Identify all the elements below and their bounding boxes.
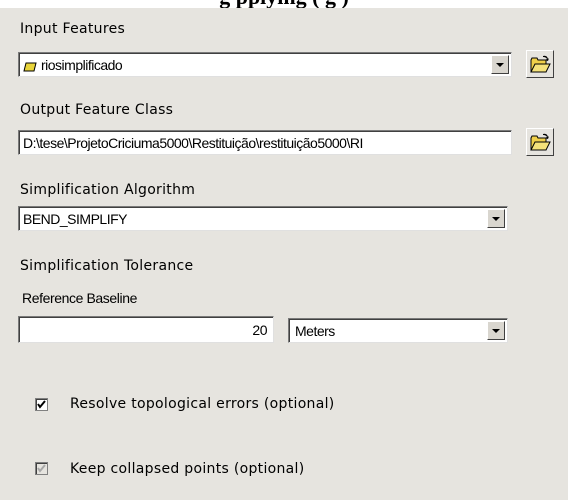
tolerance-label: Simplification Tolerance — [20, 258, 194, 274]
input-features-label: Input Features — [20, 21, 126, 37]
keep-collapsed-checkbox — [35, 462, 48, 475]
input-features-dropdown[interactable]: riosimplificado — [18, 52, 512, 77]
open-folder-icon — [530, 133, 551, 151]
output-feature-class-label: Output Feature Class — [20, 102, 174, 118]
browse-output-button[interactable] — [526, 128, 554, 156]
output-feature-class-value: D:\tese\ProjetoCriciuma5000\Restituição\… — [23, 134, 363, 151]
tolerance-unit-value: Meters — [295, 322, 335, 339]
output-feature-class-input[interactable]: D:\tese\ProjetoCriciuma5000\Restituição\… — [18, 130, 512, 155]
keep-collapsed-label: Keep collapsed points (optional) — [70, 461, 305, 477]
checkmark-icon — [37, 400, 46, 409]
reference-baseline-label: Reference Baseline — [22, 290, 137, 306]
open-folder-icon — [530, 55, 551, 73]
chevron-down-icon — [492, 328, 500, 333]
dialog-heading-text: g pplying ( g ) — [219, 0, 349, 8]
dialog-heading-cutoff: g pplying ( g ) — [0, 0, 568, 8]
tolerance-value-input[interactable]: 20 — [18, 316, 274, 343]
tolerance-unit-dropdown[interactable]: Meters — [288, 318, 508, 343]
chevron-down-icon — [496, 62, 504, 67]
input-features-value: riosimplificado — [41, 56, 123, 73]
polyline-layer-icon — [23, 59, 37, 75]
algorithm-dropdown-button[interactable] — [487, 209, 505, 228]
resolve-errors-label: Resolve topological errors (optional) — [70, 396, 335, 412]
browse-input-button[interactable] — [526, 50, 554, 78]
checkmark-icon — [37, 464, 46, 473]
chevron-down-icon — [492, 216, 500, 221]
algorithm-dropdown[interactable]: BEND_SIMPLIFY — [18, 206, 508, 231]
tolerance-value: 20 — [252, 321, 267, 338]
input-features-dropdown-button[interactable] — [491, 55, 509, 74]
tolerance-unit-dropdown-button[interactable] — [487, 321, 505, 340]
algorithm-label: Simplification Algorithm — [20, 182, 196, 198]
algorithm-value: BEND_SIMPLIFY — [23, 210, 127, 227]
resolve-errors-checkbox[interactable] — [35, 398, 48, 411]
